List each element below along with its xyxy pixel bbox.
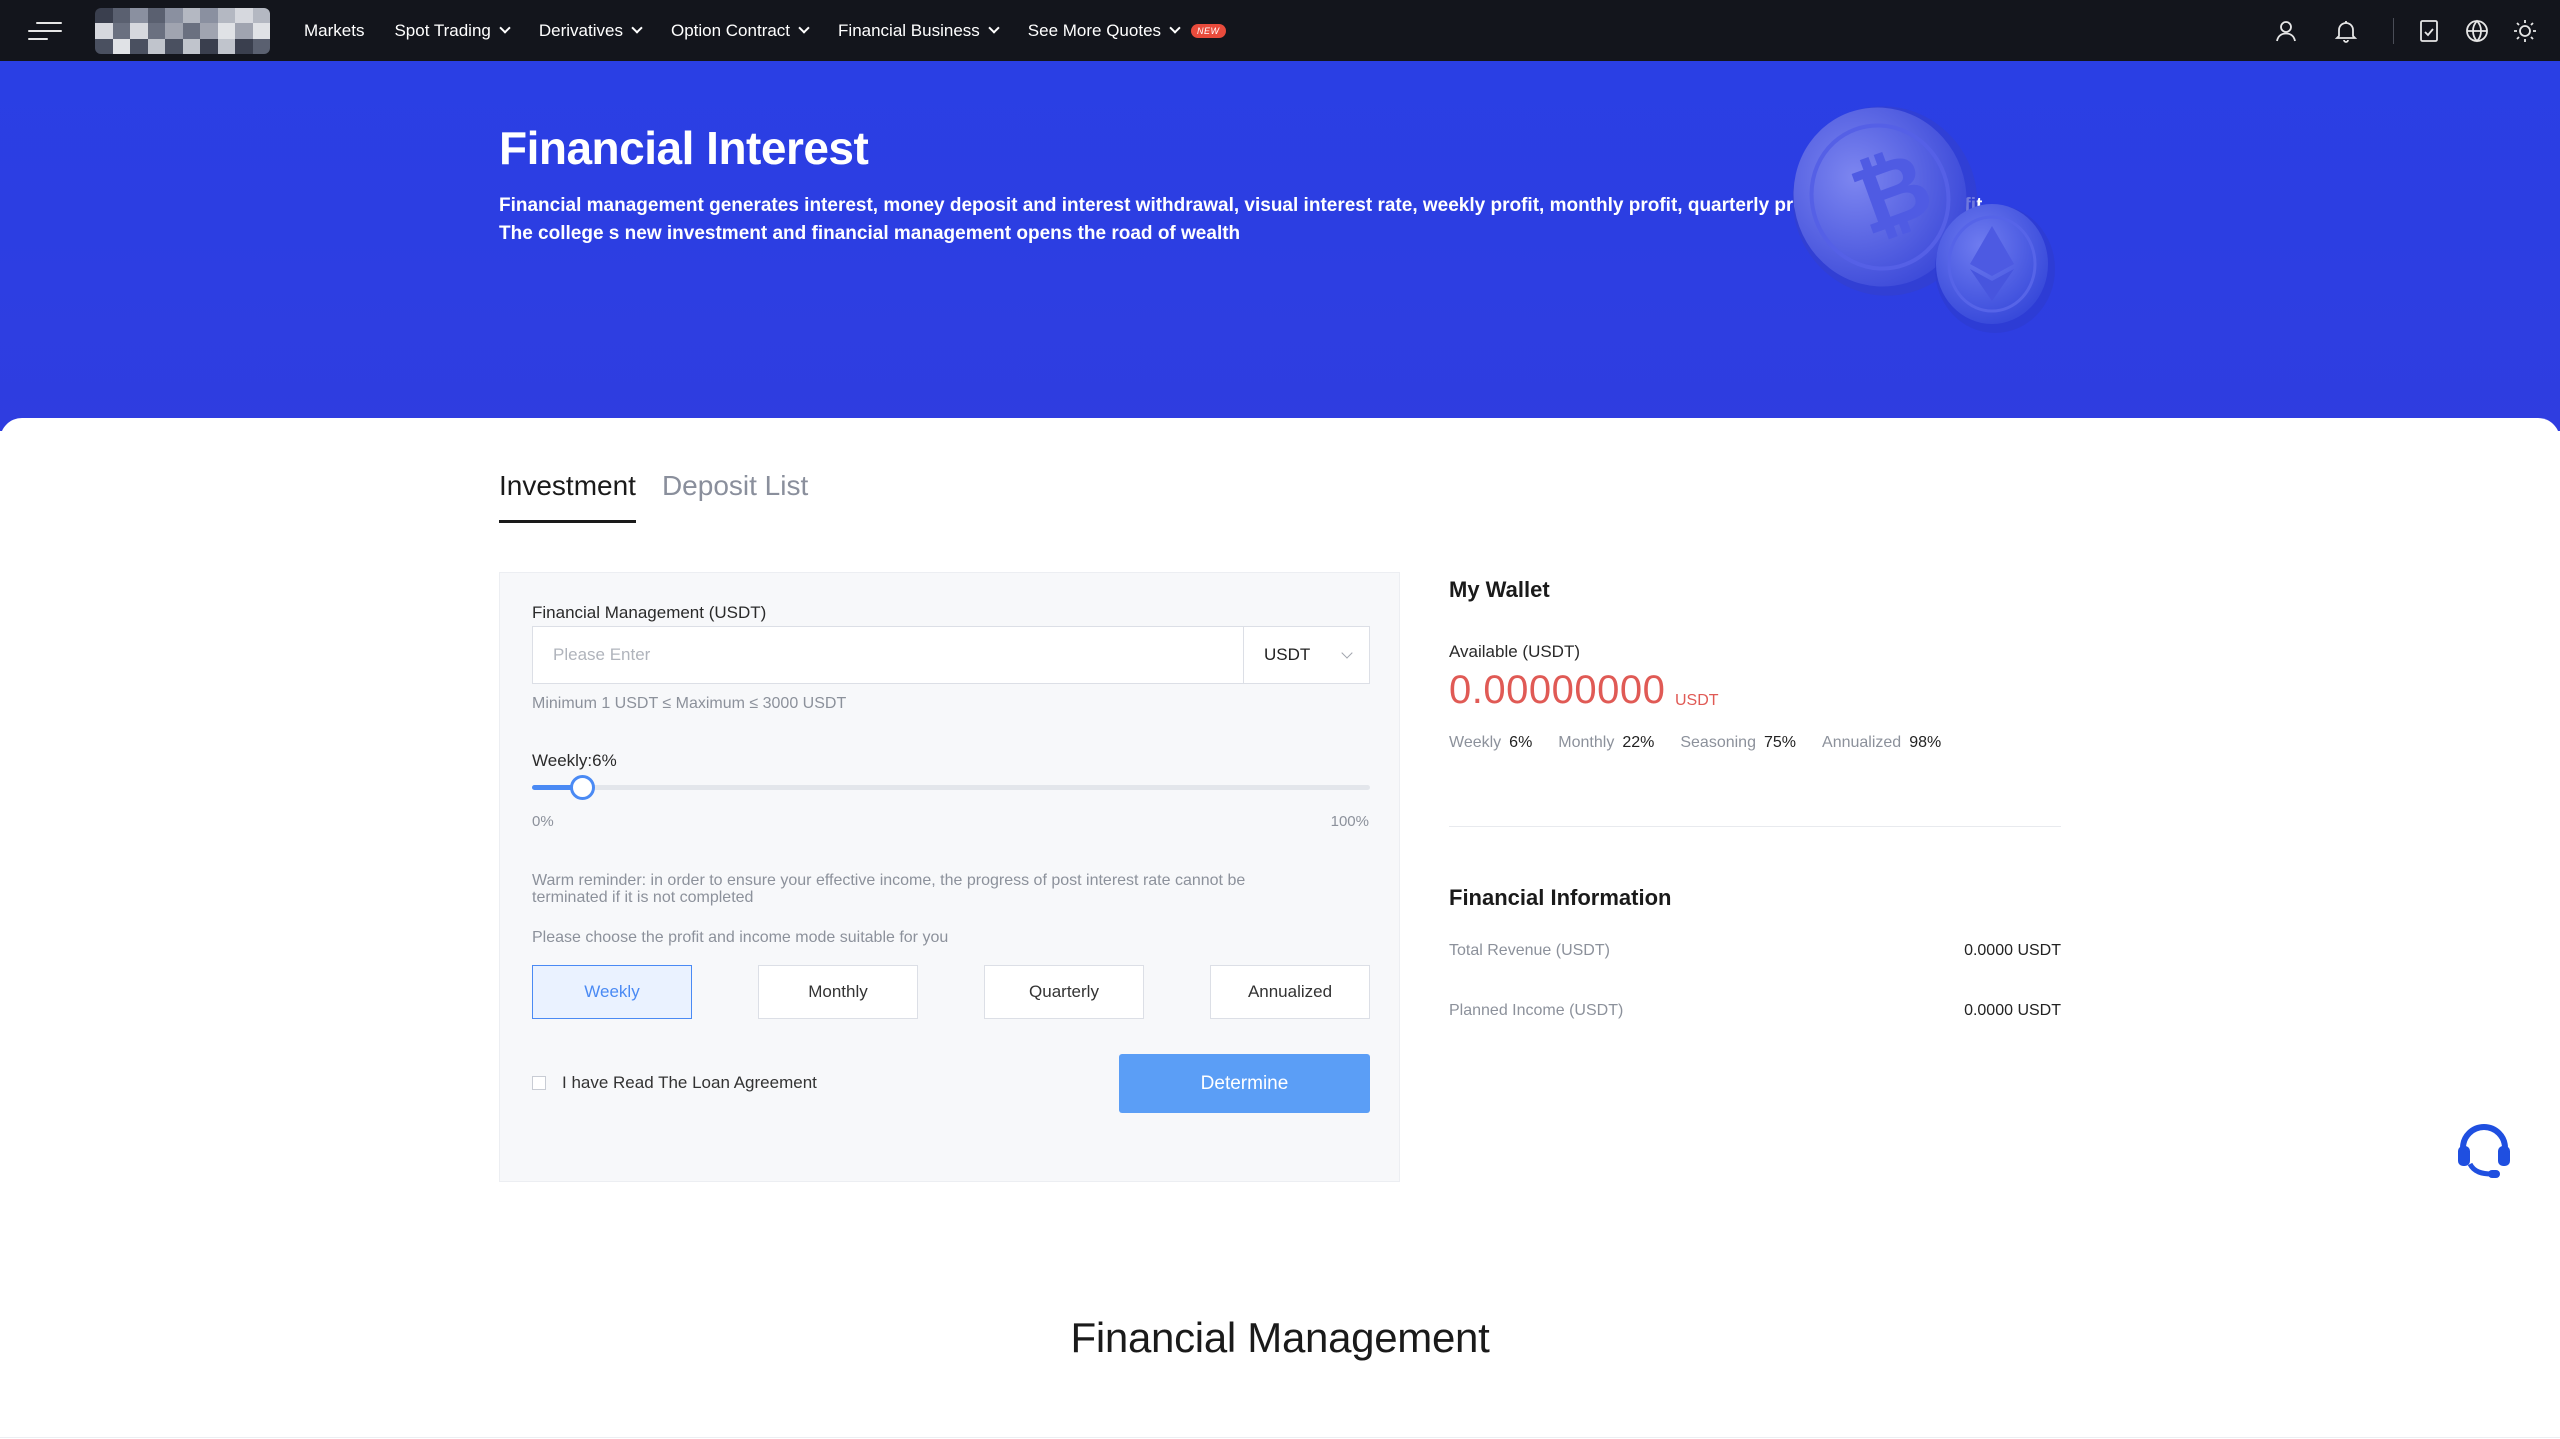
chevron-down-icon — [1341, 647, 1353, 659]
mode-weekly-button[interactable]: Weekly — [532, 965, 692, 1019]
mode-prompt: Please choose the profit and income mode… — [532, 929, 949, 946]
rate-item-seasoning: Seasoning 75% — [1680, 734, 1796, 752]
agreement-checkbox[interactable] — [532, 1076, 546, 1090]
ethereum-coin-icon — [1935, 204, 2055, 333]
rate-slider[interactable] — [532, 775, 1370, 800]
rate-value: 6% — [1509, 734, 1533, 751]
nav-item-option-contract[interactable]: Option Contract — [671, 21, 810, 41]
sun-icon[interactable] — [2512, 18, 2538, 44]
total-revenue-row: Total Revenue (USDT) 0.0000 USDT — [1449, 942, 2061, 960]
rate-label: Weekly:6% — [532, 751, 617, 770]
rate-value: 22% — [1622, 734, 1655, 751]
main-nav: Markets Spot Trading Derivatives Option … — [304, 0, 1256, 61]
menu-icon[interactable] — [28, 22, 62, 40]
customer-support-icon[interactable] — [2455, 1118, 2513, 1180]
agreement-row: I have Read The Loan Agreement — [532, 1073, 817, 1093]
rate-item-annualized: Annualized 98% — [1822, 734, 1941, 752]
info-label: Planned Income (USDT) — [1449, 1002, 1624, 1019]
bell-icon[interactable] — [2333, 18, 2359, 44]
rate-label: Monthly — [1558, 734, 1615, 751]
nav-item-financial-business[interactable]: Financial Business — [838, 21, 1000, 41]
nav-item-see-more-quotes[interactable]: See More Quotes NEW — [1028, 21, 1226, 41]
rate-item-monthly: Monthly 22% — [1558, 734, 1654, 752]
available-label: Available (USDT) — [1449, 642, 1581, 661]
nav-divider — [2393, 17, 2394, 44]
warm-reminder-line: terminated if it is not completed — [532, 889, 754, 906]
agreement-label[interactable]: I have Read The Loan Agreement — [562, 1073, 817, 1093]
globe-icon[interactable] — [2464, 18, 2490, 44]
tab-bar: Investment Deposit List — [499, 470, 834, 523]
mode-annualized-button[interactable]: Annualized — [1210, 965, 1370, 1019]
tab-investment[interactable]: Investment — [499, 470, 636, 523]
planned-income-row: Planned Income (USDT) 0.0000 USDT — [1449, 1002, 2061, 1020]
tab-deposit-list[interactable]: Deposit List — [662, 470, 808, 523]
mode-monthly-button[interactable]: Monthly — [758, 965, 918, 1019]
info-value: 0.0000 USDT — [1964, 942, 2061, 959]
currency-select[interactable]: USDT — [1243, 626, 1370, 684]
rate-list: Weekly 6% Monthly 22% Seasoning 75% Annuali… — [1449, 734, 1967, 752]
chevron-down-icon — [798, 22, 810, 34]
main-content: Investment Deposit List Financial Manage… — [0, 418, 2560, 1439]
wallet-balance: 0.00000000 — [1449, 668, 1666, 712]
warm-reminder-line: Warm reminder: in order to ensure your e… — [532, 872, 1246, 889]
nav-item-markets[interactable]: Markets — [304, 21, 364, 41]
rate-value: 75% — [1763, 734, 1797, 751]
currency-value: USDT — [1264, 645, 1311, 664]
crypto-coins-illustration: ₿ — [1792, 106, 2055, 333]
rate-value: 98% — [1909, 734, 1942, 751]
mode-quarterly-button[interactable]: Quarterly — [984, 965, 1144, 1019]
chevron-down-icon — [499, 22, 511, 34]
slider-min-label: 0% — [532, 813, 554, 830]
hero-banner: Financial Interest Financial management … — [0, 61, 2560, 431]
investment-form: Financial Management (USDT) USDT Minimum… — [499, 572, 1400, 1182]
wallet-title: My Wallet — [1449, 577, 1550, 602]
rate-label: Annualized — [1822, 734, 1902, 751]
info-label: Total Revenue (USDT) — [1449, 942, 1610, 959]
rate-item-weekly: Weekly 6% — [1449, 734, 1532, 752]
slider-max-label: 100% — [1330, 813, 1369, 830]
determine-button[interactable]: Determine — [1119, 1054, 1370, 1113]
wallet-divider — [1449, 826, 2061, 827]
balance-unit: USDT — [1675, 692, 1719, 709]
warm-reminder: Warm reminder: in order to ensure your e… — [532, 872, 1372, 906]
section-title: Financial Management — [1070, 1314, 1490, 1361]
nav-item-spot-trading[interactable]: Spot Trading — [394, 21, 511, 41]
limits-hint: Minimum 1 USDT ≤ Maximum ≤ 3000 USDT — [532, 695, 847, 712]
new-badge: NEW — [1191, 23, 1226, 38]
rate-label: Weekly — [1449, 734, 1502, 751]
nav-item-derivatives[interactable]: Derivatives — [539, 21, 643, 41]
user-icon[interactable] — [2273, 18, 2299, 44]
site-logo[interactable] — [95, 8, 270, 54]
hero-title: Financial Interest — [499, 122, 869, 174]
footer-divider — [0, 1437, 2560, 1438]
nav-actions — [2239, 0, 2538, 61]
financial-info-title: Financial Information — [1449, 885, 1672, 910]
chevron-down-icon — [988, 22, 1000, 34]
chevron-down-icon — [1169, 22, 1181, 34]
amount-label: Financial Management (USDT) — [532, 603, 767, 622]
rate-label: Seasoning — [1680, 734, 1756, 751]
amount-input[interactable] — [532, 626, 1244, 684]
top-navbar: Markets Spot Trading Derivatives Option … — [0, 0, 2560, 61]
chevron-down-icon — [631, 22, 643, 34]
document-icon[interactable] — [2416, 18, 2442, 44]
slider-thumb[interactable] — [570, 775, 596, 800]
info-value: 0.0000 USDT — [1964, 1002, 2061, 1019]
